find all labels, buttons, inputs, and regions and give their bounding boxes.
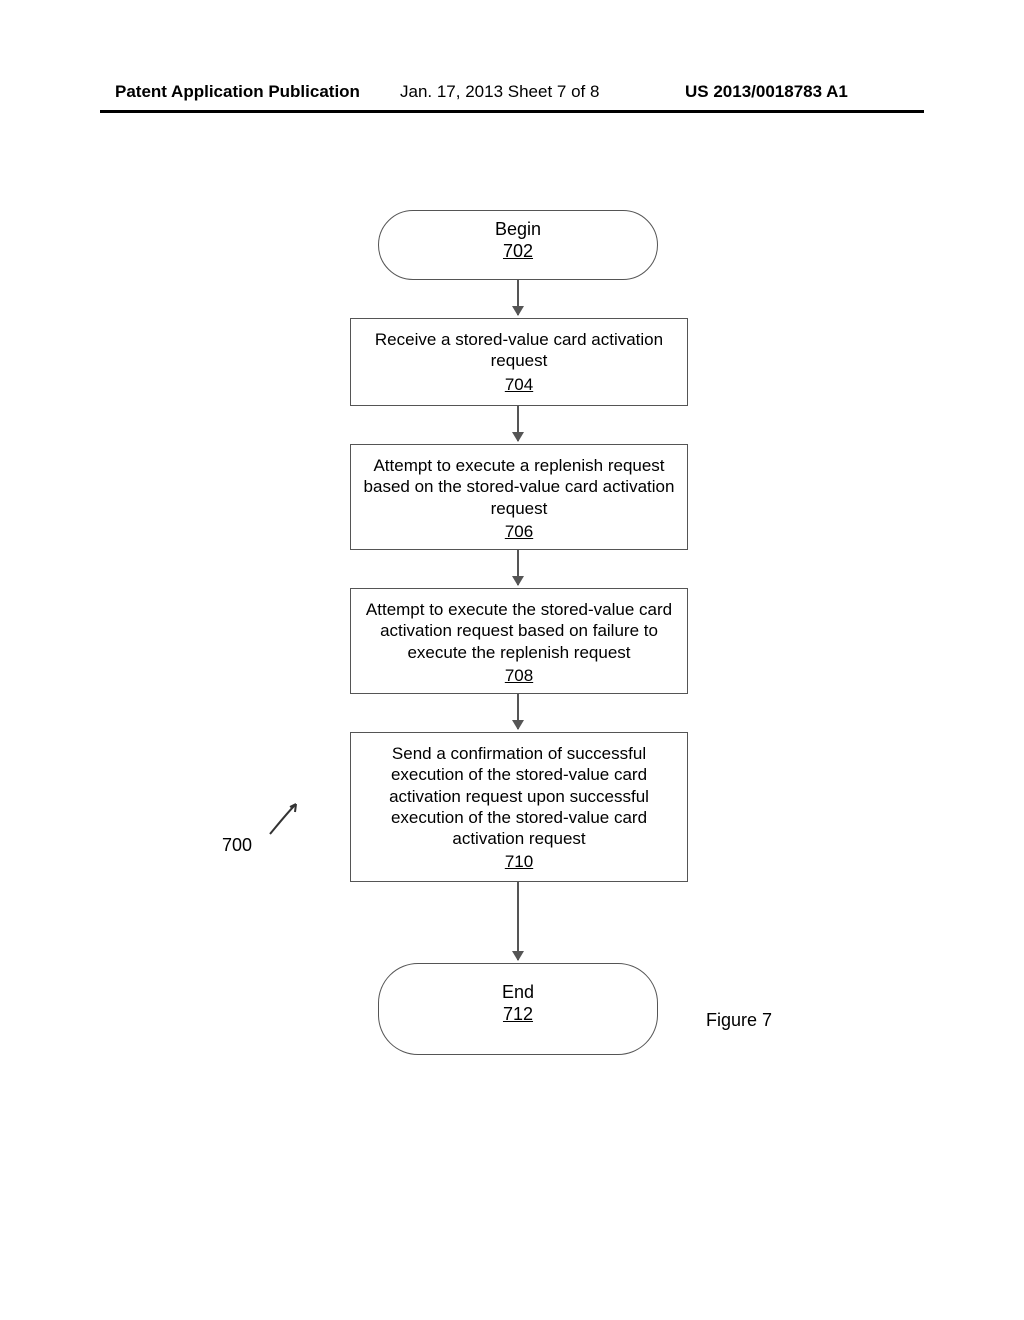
terminator-begin-label: Begin [379,219,657,241]
process-step-708-text: Attempt to execute the stored-value card… [361,599,677,663]
process-step-710-text: Send a confirmation of successful execut… [361,743,677,849]
terminator-end: End 712 [378,963,658,1055]
header-date-sheet: Jan. 17, 2013 Sheet 7 of 8 [400,82,599,102]
terminator-begin: Begin 702 [378,210,658,280]
process-step-704-text: Receive a stored-value card activation r… [361,329,677,372]
header-rule [100,110,924,113]
arrow-icon [517,406,519,441]
process-step-704-ref: 704 [361,374,677,395]
process-step-710-ref: 710 [361,851,677,872]
page-header: Patent Application Publication Jan. 17, … [0,82,1024,112]
process-step-708-ref: 708 [361,665,677,686]
process-step-710: Send a confirmation of successful execut… [350,732,688,882]
arrow-icon [517,550,519,585]
process-step-706: Attempt to execute a replenish request b… [350,444,688,550]
figure-index-number: 700 [222,835,252,856]
terminator-end-label: End [379,982,657,1004]
index-caret-icon [266,798,304,838]
header-publication-label: Patent Application Publication [115,82,360,102]
page: Patent Application Publication Jan. 17, … [0,0,1024,1320]
terminator-end-ref: 712 [379,1004,657,1026]
process-step-708: Attempt to execute the stored-value card… [350,588,688,694]
header-publication-number: US 2013/0018783 A1 [685,82,848,102]
figure-label: Figure 7 [706,1010,772,1031]
process-step-706-text: Attempt to execute a replenish request b… [361,455,677,519]
process-step-706-ref: 706 [361,521,677,542]
arrow-icon [517,280,519,315]
arrow-icon [517,694,519,729]
arrow-icon [517,882,519,960]
process-step-704: Receive a stored-value card activation r… [350,318,688,406]
terminator-begin-ref: 702 [379,241,657,263]
